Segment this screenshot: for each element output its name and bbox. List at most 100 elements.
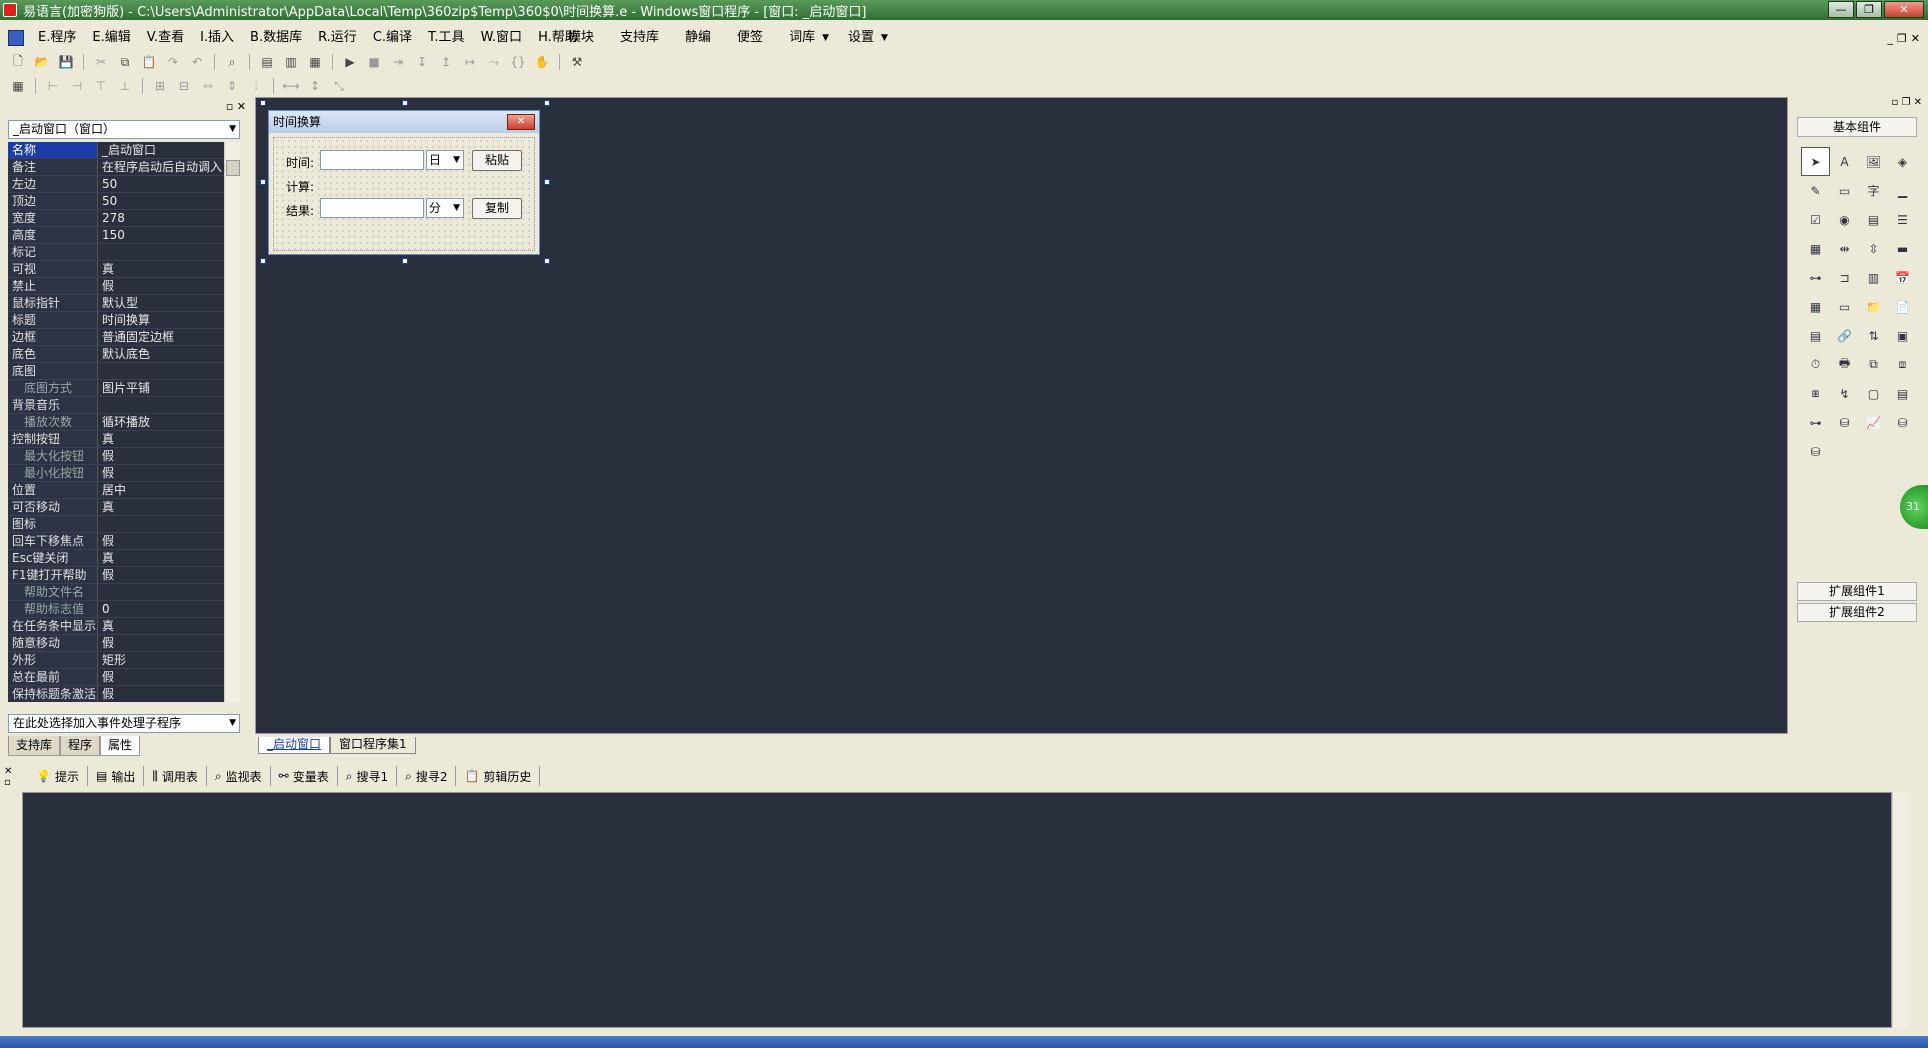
chart-icon[interactable]: 📈 [1859, 408, 1888, 437]
shape-box-icon[interactable]: ◈ [1888, 147, 1917, 176]
panel-close-icon[interactable]: ▫ ✕ [226, 100, 246, 113]
property-value[interactable]: 循环播放 [98, 414, 224, 430]
property-value[interactable]: 0 [98, 601, 224, 617]
layout-panel-icon[interactable]: ▤ [257, 53, 277, 71]
resize-handle[interactable] [402, 258, 408, 264]
tab-hint[interactable]: 💡 提示 [28, 766, 88, 786]
odbc-icon[interactable]: ⛁ [1888, 408, 1917, 437]
form-close-icon[interactable]: ✕ [507, 114, 535, 130]
calendar-icon[interactable]: 📅 [1888, 263, 1917, 292]
property-value[interactable] [98, 516, 224, 532]
property-row[interactable]: 随意移动假 [8, 635, 224, 652]
property-row[interactable]: 背景音乐 [8, 397, 224, 414]
tab-control-icon[interactable]: ⊐ [1830, 263, 1859, 292]
form-client-area[interactable]: 时间: 日 ▼ 粘贴 计算: 结果: 分 ▼ 复制 [273, 137, 535, 251]
hand-icon[interactable]: ✋ [532, 53, 552, 71]
center-h-icon[interactable]: ⊞ [150, 77, 170, 95]
property-row[interactable]: 播放次数 循环播放 [8, 414, 224, 431]
property-value[interactable]: 真 [98, 618, 224, 634]
property-value[interactable]: 278 [98, 210, 224, 226]
property-row[interactable]: 标记 [8, 244, 224, 261]
timer-icon[interactable]: ⏱ [1801, 350, 1830, 379]
animation-box-icon[interactable]: ▥ [1859, 263, 1888, 292]
spinner-icon[interactable]: ⇅ [1859, 321, 1888, 350]
new-file-icon[interactable]: 🗋 [8, 53, 28, 71]
property-row[interactable]: 总在最前假 [8, 669, 224, 686]
mdi-minimize-icon[interactable]: _ [1887, 32, 1893, 45]
property-value[interactable]: 假 [98, 278, 224, 294]
common-dialog-icon[interactable]: ▣ [1888, 321, 1917, 350]
property-row[interactable]: Esc键关闭真 [8, 550, 224, 567]
slider-icon[interactable]: ⊶ [1801, 263, 1830, 292]
property-value[interactable] [98, 363, 224, 379]
property-value[interactable]: 假 [98, 448, 224, 464]
resize-handle[interactable] [260, 179, 266, 185]
layout-split-icon[interactable]: ▥ [281, 53, 301, 71]
step-icon[interactable]: ⇥ [388, 53, 408, 71]
tab-call-stack[interactable]: ⫼ 调用表 [144, 766, 207, 786]
property-value[interactable]: 150 [98, 227, 224, 243]
odbc-db-icon[interactable]: ⛁ [1801, 437, 1830, 466]
property-value[interactable]: 假 [98, 567, 224, 583]
save-icon[interactable]: 💾 [56, 53, 76, 71]
property-value[interactable]: 假 [98, 686, 224, 702]
resize-h-icon[interactable]: ↕ [305, 77, 325, 95]
property-value[interactable]: 真 [98, 550, 224, 566]
property-row[interactable]: 回车下移焦点假 [8, 533, 224, 550]
tab-clip-history[interactable]: 📋 剪辑历史 [456, 766, 541, 786]
property-value[interactable]: 图片平铺 [98, 380, 224, 396]
paste-icon[interactable]: 📋 [139, 53, 159, 71]
property-row[interactable]: 控制按钮真 [8, 431, 224, 448]
progress-bar-icon[interactable]: ▬ [1888, 234, 1917, 263]
property-row[interactable]: 帮助文件名 [8, 584, 224, 601]
property-row[interactable]: 底图方式 图片平铺 [8, 380, 224, 397]
panel-close-icon[interactable]: ▫ ❐ ✕ [1892, 97, 1922, 108]
property-row[interactable]: 高度 150 [8, 227, 224, 244]
file-box-icon[interactable]: 📄 [1888, 292, 1917, 321]
property-row[interactable]: 禁止假 [8, 278, 224, 295]
server-icon[interactable]: ⧆ [1801, 379, 1830, 408]
same-width-icon[interactable]: ⇿ [198, 77, 218, 95]
mdi-close-icon[interactable]: ✕ [1911, 32, 1920, 45]
tab-output[interactable]: ▤ 输出 [88, 766, 145, 786]
property-value[interactable]: 普通固定边框 [98, 329, 224, 345]
step-out-icon[interactable]: ↥ [436, 53, 456, 71]
property-row[interactable]: 左边 50 [8, 176, 224, 193]
property-value[interactable]: 在程序启动后自动调入 [98, 159, 224, 175]
property-value[interactable]: 居中 [98, 482, 224, 498]
run-icon[interactable]: ▶ [340, 53, 360, 71]
result-input[interactable] [320, 198, 424, 218]
drawing-board-icon[interactable]: ✎ [1801, 176, 1830, 205]
time-input[interactable] [320, 150, 424, 170]
network-icon[interactable]: ⧉ [1859, 350, 1888, 379]
resize-handle[interactable] [544, 100, 550, 106]
tab-search2[interactable]: ⌕ 搜寻2 [397, 766, 457, 786]
design-form-window[interactable]: 时间换算 ✕ 时间: 日 ▼ 粘贴 计算: 结果: 分 ▼ 复制 [268, 110, 540, 255]
close-button[interactable]: ✕ [1884, 1, 1924, 18]
align-left-icon[interactable]: ⊢ [43, 77, 63, 95]
tab-search1[interactable]: ⌕ 搜寻1 [338, 766, 398, 786]
layout-grid-icon[interactable]: ▦ [305, 53, 325, 71]
property-value[interactable]: 假 [98, 533, 224, 549]
group-box-icon[interactable]: ▭ [1830, 176, 1859, 205]
scrollbar-thumb[interactable] [226, 160, 240, 176]
output-scrollbar[interactable] [1892, 792, 1908, 1028]
title-bar[interactable]: 易语言(加密狗版) - C:\Users\Administrator\AppDa… [0, 0, 1928, 20]
checkbox-icon[interactable]: ☑ [1801, 205, 1830, 234]
property-row[interactable]: 外形 矩形 [8, 652, 224, 669]
resize-both-icon[interactable]: ⤡ [329, 77, 349, 95]
find-icon[interactable]: ⌕ [222, 53, 242, 71]
network-client-icon[interactable]: ⧈ [1888, 350, 1917, 379]
property-row[interactable]: 备注 在程序启动后自动调入 [8, 159, 224, 176]
copy-icon[interactable]: ⧉ [115, 53, 135, 71]
property-row[interactable]: F1键打开帮助假 [8, 567, 224, 584]
property-row[interactable]: 底图 [8, 363, 224, 380]
tab-variables[interactable]: ⚯ 变量表 [271, 766, 338, 786]
output-area[interactable] [22, 792, 1892, 1028]
stop-icon[interactable]: ■ [364, 53, 384, 71]
minimize-button[interactable]: — [1828, 1, 1854, 18]
property-row[interactable]: 底色 默认底色 [8, 346, 224, 363]
printer-icon[interactable]: 🖶 [1830, 350, 1859, 379]
chevron-down-icon[interactable]: ▼ [822, 33, 829, 43]
property-row[interactable]: 在任务条中显示真 [8, 618, 224, 635]
